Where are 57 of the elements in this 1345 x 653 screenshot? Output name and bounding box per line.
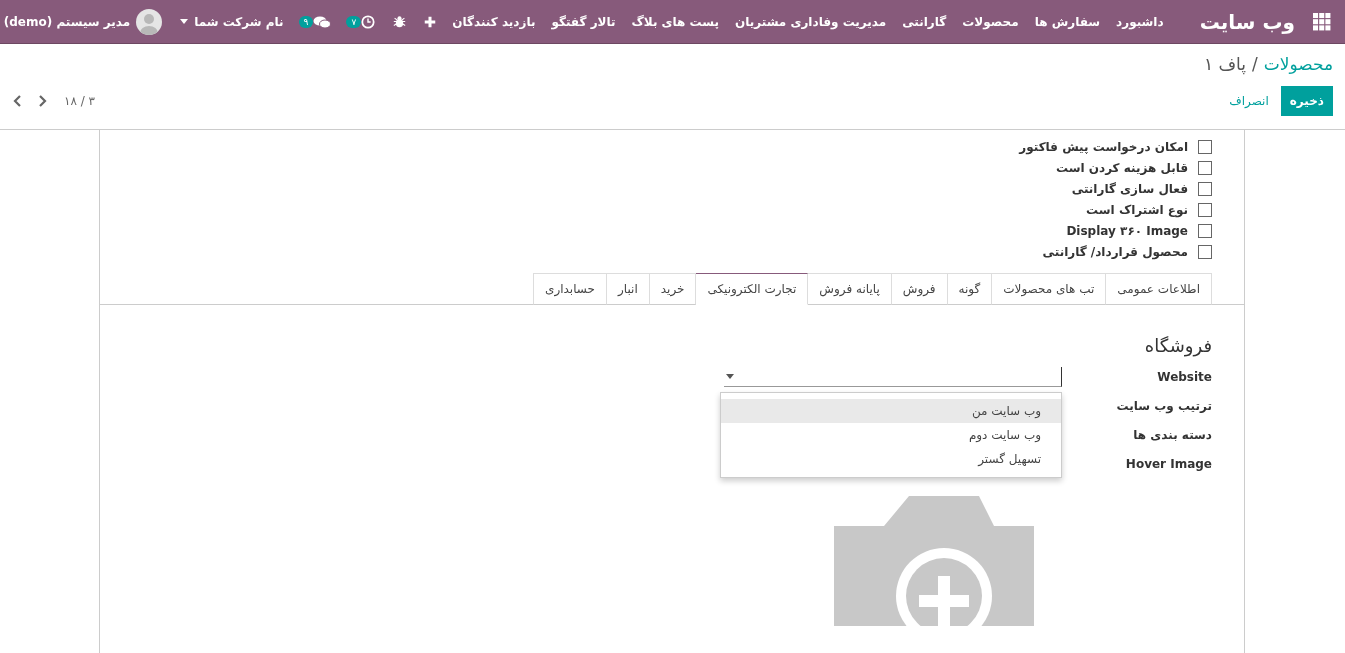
apps-grid-icon [1313,12,1331,31]
checkbox[interactable] [1198,140,1212,154]
camera-plus-icon [834,496,1034,626]
checkbox-label: امکان درخواست پیش فاکتور [1019,140,1188,154]
checkbox[interactable] [1198,182,1212,196]
menu-item[interactable]: گارانتی [902,14,947,29]
plus-icon [424,15,437,28]
avatar-silhouette-icon [136,8,163,35]
website-select[interactable] [724,366,1062,387]
activity-button[interactable]: ۷ [349,14,376,29]
section-title: فروشگاه [1143,335,1212,356]
tab[interactable]: حسابداری [533,273,607,305]
tab[interactable]: تجارت الکترونیکی [695,273,809,305]
previous-button[interactable] [12,95,22,107]
clock-icon [361,14,376,29]
pager-value: ۳ / ۱۸ [64,94,95,108]
app-title: وب سایت [1199,9,1295,34]
menu-item[interactable]: سفارش ها [1034,14,1101,29]
discard-button[interactable]: انصراف [1217,86,1281,116]
checkbox-label: نوع اشتراک است [1086,203,1188,217]
save-button[interactable]: ذخیره [1280,86,1333,116]
checkbox-label: قابل هزینه کردن است [1055,161,1188,175]
dropdown-option[interactable]: وب سایت من [721,399,1061,423]
field-label: Website [1156,369,1212,384]
checkbox[interactable] [1198,245,1212,259]
menu-item[interactable]: مدیریت وفاداری مشتریان [735,14,887,29]
menu-item[interactable]: پست های بلاگ [631,14,719,29]
breadcrumb-separator: / [1251,54,1258,74]
checkbox[interactable] [1198,203,1212,217]
tab[interactable]: اطلاعات عمومی [1105,273,1212,305]
field-label: Hover Image [1124,456,1212,471]
caret-icon [180,19,189,24]
user-menu[interactable]: مدیر سیستم (demo) [0,8,163,35]
messages-count-badge: ۹ [298,15,314,28]
company-switcher[interactable]: نام شرکت شما [180,14,284,29]
field-label: ترتیب وب سایت [1115,398,1212,413]
breadcrumb-link[interactable]: محصولات [1263,54,1333,74]
caret-icon [726,374,734,379]
next-button[interactable] [38,95,48,107]
breadcrumb-current: پاف ۱ [1203,54,1246,74]
checkbox-label: Display ۳۶۰ Image [1066,224,1188,238]
checkbox-label: محصول قرارداد/ گارانتی [1042,245,1188,259]
menu-item[interactable]: بازدید کنندگان [452,14,536,29]
activity-count-badge: ۷ [346,15,362,28]
tab[interactable]: خرید [648,273,697,305]
chat-bubbles-icon [313,14,332,29]
checkbox[interactable] [1198,224,1212,238]
dropdown-option[interactable]: وب سایت دوم [721,423,1061,447]
messages-button[interactable]: ۹ [301,14,332,29]
menu-item[interactable]: تالار گفتگو [551,14,616,29]
bug-icon [393,15,407,28]
dropdown-option[interactable]: تسهیل گستر [721,447,1061,471]
checkbox-label: فعال سازی گارانتی [1071,182,1188,196]
menu-item[interactable]: محصولات [962,14,1019,29]
field-label: دسته بندی ها [1132,427,1212,442]
menu-item[interactable]: داشبورد [1116,14,1164,29]
checkbox[interactable] [1198,161,1212,175]
